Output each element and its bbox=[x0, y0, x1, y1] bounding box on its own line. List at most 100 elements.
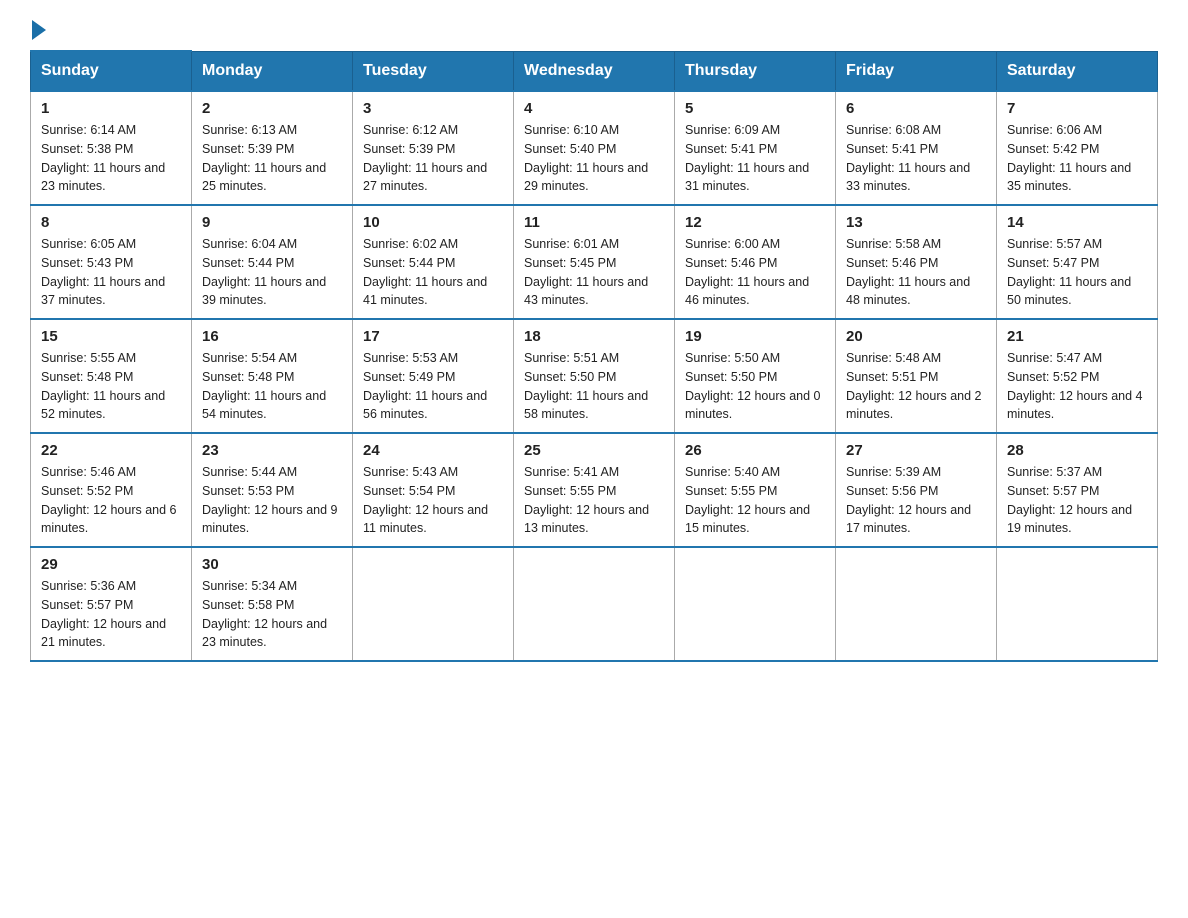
logo bbox=[30, 20, 48, 40]
day-info: Sunrise: 5:37 AMSunset: 5:57 PMDaylight:… bbox=[1007, 465, 1132, 535]
day-number: 4 bbox=[524, 100, 664, 117]
day-number: 26 bbox=[685, 442, 825, 459]
column-header-friday: Friday bbox=[836, 51, 997, 91]
day-number: 23 bbox=[202, 442, 342, 459]
day-info: Sunrise: 5:43 AMSunset: 5:54 PMDaylight:… bbox=[363, 465, 488, 535]
day-number: 18 bbox=[524, 328, 664, 345]
calendar-cell: 17 Sunrise: 5:53 AMSunset: 5:49 PMDaylig… bbox=[353, 319, 514, 433]
day-info: Sunrise: 6:14 AMSunset: 5:38 PMDaylight:… bbox=[41, 123, 165, 193]
day-info: Sunrise: 5:51 AMSunset: 5:50 PMDaylight:… bbox=[524, 351, 648, 421]
column-header-sunday: Sunday bbox=[31, 51, 192, 91]
day-number: 1 bbox=[41, 100, 181, 117]
day-info: Sunrise: 6:00 AMSunset: 5:46 PMDaylight:… bbox=[685, 237, 809, 307]
day-info: Sunrise: 6:12 AMSunset: 5:39 PMDaylight:… bbox=[363, 123, 487, 193]
calendar-cell: 6 Sunrise: 6:08 AMSunset: 5:41 PMDayligh… bbox=[836, 91, 997, 205]
calendar-header-row: SundayMondayTuesdayWednesdayThursdayFrid… bbox=[31, 51, 1158, 91]
calendar-week-row: 22 Sunrise: 5:46 AMSunset: 5:52 PMDaylig… bbox=[31, 433, 1158, 547]
calendar-cell: 21 Sunrise: 5:47 AMSunset: 5:52 PMDaylig… bbox=[997, 319, 1158, 433]
day-number: 3 bbox=[363, 100, 503, 117]
calendar-cell: 9 Sunrise: 6:04 AMSunset: 5:44 PMDayligh… bbox=[192, 205, 353, 319]
day-info: Sunrise: 5:54 AMSunset: 5:48 PMDaylight:… bbox=[202, 351, 326, 421]
calendar-week-row: 29 Sunrise: 5:36 AMSunset: 5:57 PMDaylig… bbox=[31, 547, 1158, 661]
calendar-cell bbox=[514, 547, 675, 661]
day-info: Sunrise: 6:10 AMSunset: 5:40 PMDaylight:… bbox=[524, 123, 648, 193]
calendar-cell: 10 Sunrise: 6:02 AMSunset: 5:44 PMDaylig… bbox=[353, 205, 514, 319]
logo-arrow-icon bbox=[32, 20, 46, 40]
day-info: Sunrise: 5:47 AMSunset: 5:52 PMDaylight:… bbox=[1007, 351, 1143, 421]
day-info: Sunrise: 5:41 AMSunset: 5:55 PMDaylight:… bbox=[524, 465, 649, 535]
calendar-table: SundayMondayTuesdayWednesdayThursdayFrid… bbox=[30, 50, 1158, 662]
day-number: 7 bbox=[1007, 100, 1147, 117]
calendar-cell: 23 Sunrise: 5:44 AMSunset: 5:53 PMDaylig… bbox=[192, 433, 353, 547]
day-info: Sunrise: 6:08 AMSunset: 5:41 PMDaylight:… bbox=[846, 123, 970, 193]
day-number: 24 bbox=[363, 442, 503, 459]
calendar-cell: 29 Sunrise: 5:36 AMSunset: 5:57 PMDaylig… bbox=[31, 547, 192, 661]
day-number: 20 bbox=[846, 328, 986, 345]
day-number: 2 bbox=[202, 100, 342, 117]
day-number: 22 bbox=[41, 442, 181, 459]
calendar-cell: 20 Sunrise: 5:48 AMSunset: 5:51 PMDaylig… bbox=[836, 319, 997, 433]
column-header-tuesday: Tuesday bbox=[353, 51, 514, 91]
calendar-cell: 12 Sunrise: 6:00 AMSunset: 5:46 PMDaylig… bbox=[675, 205, 836, 319]
calendar-cell: 27 Sunrise: 5:39 AMSunset: 5:56 PMDaylig… bbox=[836, 433, 997, 547]
day-number: 11 bbox=[524, 214, 664, 231]
calendar-cell: 11 Sunrise: 6:01 AMSunset: 5:45 PMDaylig… bbox=[514, 205, 675, 319]
calendar-cell bbox=[836, 547, 997, 661]
column-header-saturday: Saturday bbox=[997, 51, 1158, 91]
day-info: Sunrise: 6:09 AMSunset: 5:41 PMDaylight:… bbox=[685, 123, 809, 193]
day-info: Sunrise: 6:01 AMSunset: 5:45 PMDaylight:… bbox=[524, 237, 648, 307]
day-number: 25 bbox=[524, 442, 664, 459]
column-header-thursday: Thursday bbox=[675, 51, 836, 91]
day-number: 12 bbox=[685, 214, 825, 231]
day-info: Sunrise: 5:40 AMSunset: 5:55 PMDaylight:… bbox=[685, 465, 810, 535]
day-info: Sunrise: 5:48 AMSunset: 5:51 PMDaylight:… bbox=[846, 351, 982, 421]
day-info: Sunrise: 5:50 AMSunset: 5:50 PMDaylight:… bbox=[685, 351, 821, 421]
calendar-cell: 4 Sunrise: 6:10 AMSunset: 5:40 PMDayligh… bbox=[514, 91, 675, 205]
calendar-cell: 8 Sunrise: 6:05 AMSunset: 5:43 PMDayligh… bbox=[31, 205, 192, 319]
calendar-week-row: 15 Sunrise: 5:55 AMSunset: 5:48 PMDaylig… bbox=[31, 319, 1158, 433]
day-number: 28 bbox=[1007, 442, 1147, 459]
calendar-cell: 19 Sunrise: 5:50 AMSunset: 5:50 PMDaylig… bbox=[675, 319, 836, 433]
day-info: Sunrise: 5:55 AMSunset: 5:48 PMDaylight:… bbox=[41, 351, 165, 421]
day-info: Sunrise: 6:06 AMSunset: 5:42 PMDaylight:… bbox=[1007, 123, 1131, 193]
calendar-cell: 14 Sunrise: 5:57 AMSunset: 5:47 PMDaylig… bbox=[997, 205, 1158, 319]
calendar-cell: 25 Sunrise: 5:41 AMSunset: 5:55 PMDaylig… bbox=[514, 433, 675, 547]
day-info: Sunrise: 5:53 AMSunset: 5:49 PMDaylight:… bbox=[363, 351, 487, 421]
day-info: Sunrise: 5:44 AMSunset: 5:53 PMDaylight:… bbox=[202, 465, 338, 535]
day-number: 21 bbox=[1007, 328, 1147, 345]
day-number: 8 bbox=[41, 214, 181, 231]
calendar-cell: 13 Sunrise: 5:58 AMSunset: 5:46 PMDaylig… bbox=[836, 205, 997, 319]
day-info: Sunrise: 5:36 AMSunset: 5:57 PMDaylight:… bbox=[41, 579, 166, 649]
day-number: 10 bbox=[363, 214, 503, 231]
calendar-cell: 30 Sunrise: 5:34 AMSunset: 5:58 PMDaylig… bbox=[192, 547, 353, 661]
day-info: Sunrise: 5:46 AMSunset: 5:52 PMDaylight:… bbox=[41, 465, 177, 535]
day-info: Sunrise: 6:04 AMSunset: 5:44 PMDaylight:… bbox=[202, 237, 326, 307]
day-info: Sunrise: 5:39 AMSunset: 5:56 PMDaylight:… bbox=[846, 465, 971, 535]
day-info: Sunrise: 5:34 AMSunset: 5:58 PMDaylight:… bbox=[202, 579, 327, 649]
calendar-week-row: 8 Sunrise: 6:05 AMSunset: 5:43 PMDayligh… bbox=[31, 205, 1158, 319]
day-number: 19 bbox=[685, 328, 825, 345]
day-number: 5 bbox=[685, 100, 825, 117]
calendar-cell bbox=[997, 547, 1158, 661]
calendar-cell: 24 Sunrise: 5:43 AMSunset: 5:54 PMDaylig… bbox=[353, 433, 514, 547]
day-number: 17 bbox=[363, 328, 503, 345]
day-info: Sunrise: 6:05 AMSunset: 5:43 PMDaylight:… bbox=[41, 237, 165, 307]
day-info: Sunrise: 6:13 AMSunset: 5:39 PMDaylight:… bbox=[202, 123, 326, 193]
day-number: 16 bbox=[202, 328, 342, 345]
day-number: 27 bbox=[846, 442, 986, 459]
calendar-cell: 2 Sunrise: 6:13 AMSunset: 5:39 PMDayligh… bbox=[192, 91, 353, 205]
calendar-cell: 3 Sunrise: 6:12 AMSunset: 5:39 PMDayligh… bbox=[353, 91, 514, 205]
column-header-wednesday: Wednesday bbox=[514, 51, 675, 91]
calendar-cell bbox=[353, 547, 514, 661]
day-number: 30 bbox=[202, 556, 342, 573]
day-number: 6 bbox=[846, 100, 986, 117]
calendar-cell: 15 Sunrise: 5:55 AMSunset: 5:48 PMDaylig… bbox=[31, 319, 192, 433]
calendar-cell: 16 Sunrise: 5:54 AMSunset: 5:48 PMDaylig… bbox=[192, 319, 353, 433]
calendar-cell: 26 Sunrise: 5:40 AMSunset: 5:55 PMDaylig… bbox=[675, 433, 836, 547]
day-info: Sunrise: 6:02 AMSunset: 5:44 PMDaylight:… bbox=[363, 237, 487, 307]
calendar-cell: 1 Sunrise: 6:14 AMSunset: 5:38 PMDayligh… bbox=[31, 91, 192, 205]
day-info: Sunrise: 5:57 AMSunset: 5:47 PMDaylight:… bbox=[1007, 237, 1131, 307]
calendar-cell: 22 Sunrise: 5:46 AMSunset: 5:52 PMDaylig… bbox=[31, 433, 192, 547]
calendar-cell bbox=[675, 547, 836, 661]
day-number: 15 bbox=[41, 328, 181, 345]
